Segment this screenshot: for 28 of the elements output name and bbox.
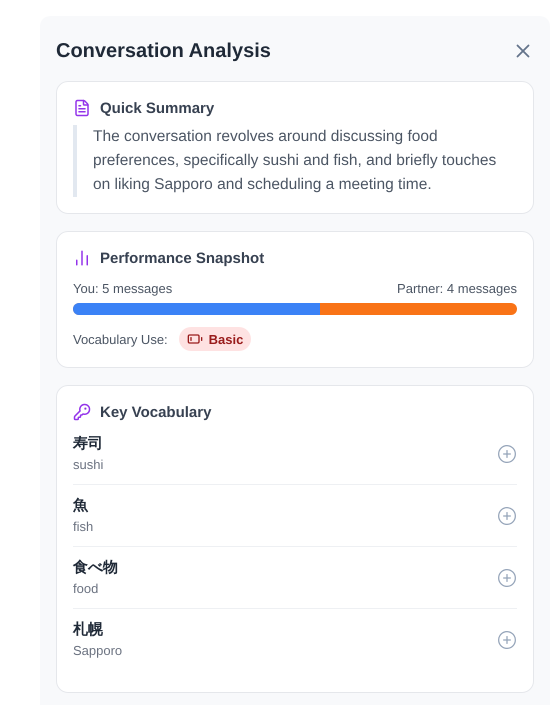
summary-text: The conversation revolves around discussing food preferences, specifically sushi and fish, and briefly touches on liking Sapporo and scheduling a meeting time. bbox=[73, 125, 517, 197]
add-word-button[interactable] bbox=[497, 568, 517, 588]
document-icon bbox=[73, 99, 91, 117]
card-heading: Key Vocabulary bbox=[100, 404, 212, 420]
add-word-button[interactable] bbox=[497, 506, 517, 526]
vocabulary-word: 食べ物 bbox=[73, 558, 118, 578]
vocabulary-level-badge: Basic bbox=[178, 327, 252, 351]
panel-title: Conversation Analysis bbox=[56, 40, 271, 62]
card-heading: Performance Snapshot bbox=[100, 250, 264, 266]
add-word-button[interactable] bbox=[497, 444, 517, 464]
word-meaning: Sapporo bbox=[73, 642, 122, 660]
plus-circle-icon bbox=[497, 568, 517, 588]
card-heading: Quick Summary bbox=[100, 100, 214, 116]
vocabulary-word: 寿司 bbox=[73, 434, 104, 454]
word-meaning: sushi bbox=[73, 456, 104, 474]
vocabulary-word: 魚 bbox=[73, 496, 90, 516]
partner-message-count: Partner: 4 messages bbox=[397, 281, 517, 296]
plus-circle-icon bbox=[497, 506, 517, 526]
you-message-count: You: 5 messages bbox=[73, 281, 172, 296]
vocabulary-word: 札幌 bbox=[73, 620, 104, 640]
word-meaning: fish bbox=[73, 518, 94, 536]
plus-circle-icon bbox=[497, 444, 517, 464]
add-word-button[interactable] bbox=[497, 630, 517, 650]
word-meaning: food bbox=[73, 580, 100, 598]
bar-chart-icon bbox=[73, 249, 91, 267]
plus-circle-icon bbox=[497, 630, 517, 650]
key-icon bbox=[73, 403, 91, 421]
vocabulary-use-label: Vocabulary Use: bbox=[73, 332, 168, 346]
